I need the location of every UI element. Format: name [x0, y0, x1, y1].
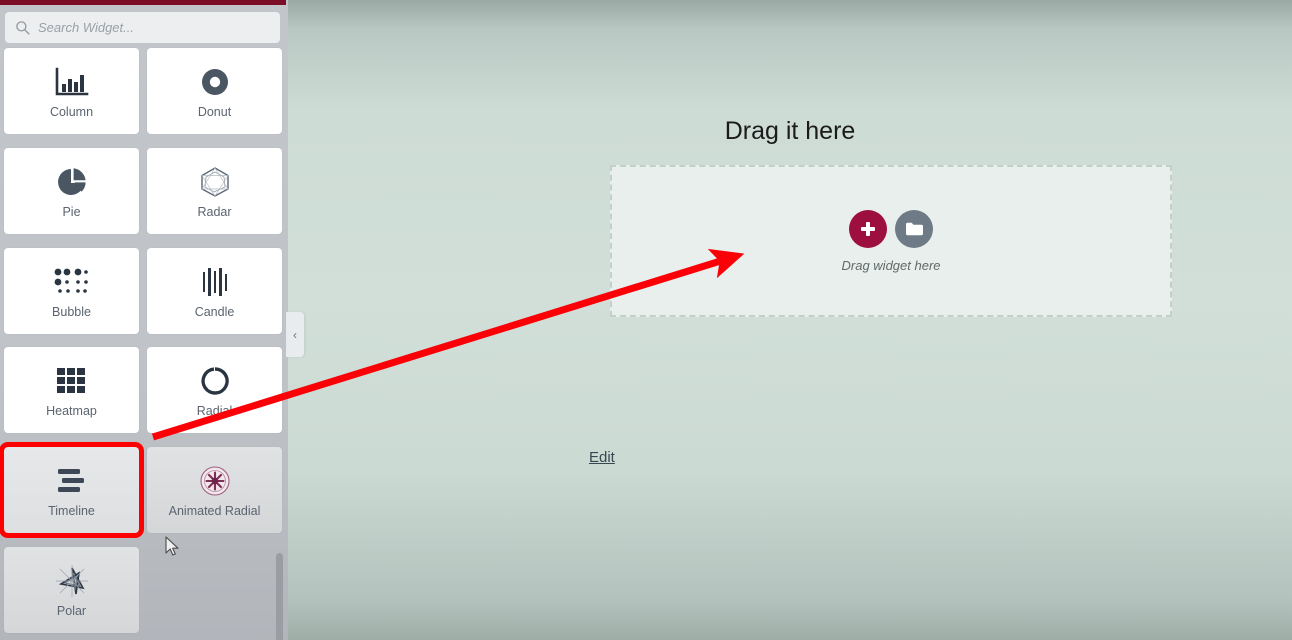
widget-cell-pie[interactable]: Pie: [4, 147, 139, 234]
heatmap-chart-icon: [56, 362, 88, 400]
widget-label: Radial: [196, 404, 233, 419]
donut-chart-icon: [199, 63, 231, 101]
polar-chart-icon: [55, 562, 89, 600]
widget-cell-radar[interactable]: Radar: [147, 147, 282, 234]
app-root: Drag it here Drag widget here Edit Searc…: [0, 0, 1292, 640]
widget-cell-candle[interactable]: Candle: [147, 247, 282, 334]
widget-cell-radial[interactable]: Radial: [147, 347, 282, 434]
page-title: Drag it here: [724, 117, 856, 145]
widget-label: Column: [49, 105, 94, 119]
sidebar-scrollbar-track[interactable]: [276, 48, 286, 640]
widget-cell-bubble[interactable]: Bubble: [4, 247, 139, 334]
collapse-panel-button[interactable]: ‹: [286, 312, 304, 357]
radar-chart-icon: [198, 163, 232, 201]
design-canvas[interactable]: Drag it here Drag widget here Edit: [288, 0, 1292, 640]
widget-cell-donut[interactable]: Donut: [147, 48, 282, 134]
widget-cell-column[interactable]: Column: [4, 48, 139, 134]
widget-label: Polar: [56, 604, 87, 619]
widget-palette-sidebar: Column Donut: [0, 0, 288, 640]
widget-label: Pie: [62, 204, 81, 219]
search-input[interactable]: [38, 20, 270, 35]
widget-label: Bubble: [52, 304, 91, 319]
column-chart-icon: [55, 63, 89, 101]
dropzone-actions: [849, 209, 933, 248]
animated-radial-icon: [199, 462, 230, 500]
add-widget-button[interactable]: [849, 209, 887, 248]
widget-cell-polar[interactable]: Polar: [4, 547, 139, 634]
timeline-chart-icon: [56, 462, 88, 500]
widget-cell-animated-radial[interactable]: Animated Radial: [147, 447, 282, 534]
sidebar-scrollbar-thumb[interactable]: [276, 553, 283, 640]
search-icon: [16, 21, 30, 35]
search-box[interactable]: [5, 12, 280, 43]
bubble-chart-icon: [53, 263, 91, 301]
widget-label: Candle: [194, 304, 235, 319]
top-accent-bar: [0, 0, 286, 5]
widget-label: Donut: [197, 105, 232, 119]
widget-label: Timeline: [48, 504, 95, 519]
widget-cell-heatmap[interactable]: Heatmap: [4, 347, 139, 434]
candle-chart-icon: [200, 263, 230, 301]
widget-dropzone[interactable]: Drag widget here: [610, 165, 1172, 317]
widget-label: Animated Radial: [168, 504, 261, 519]
widget-grid: Column Donut Pie Radar Bubble Candle Hea…: [0, 48, 284, 640]
widget-label: Radar: [197, 204, 232, 219]
plus-icon: [861, 221, 875, 236]
radial-chart-icon: [199, 362, 231, 400]
mouse-cursor: [165, 536, 179, 556]
folder-icon: [905, 222, 923, 235]
dropzone-caption: Drag widget here: [841, 257, 941, 273]
edit-link[interactable]: Edit: [589, 449, 615, 466]
widget-cell-timeline[interactable]: Timeline: [0, 442, 144, 539]
pie-chart-icon: [56, 163, 88, 201]
open-folder-button[interactable]: [895, 209, 933, 248]
widget-label: Heatmap: [46, 404, 97, 419]
